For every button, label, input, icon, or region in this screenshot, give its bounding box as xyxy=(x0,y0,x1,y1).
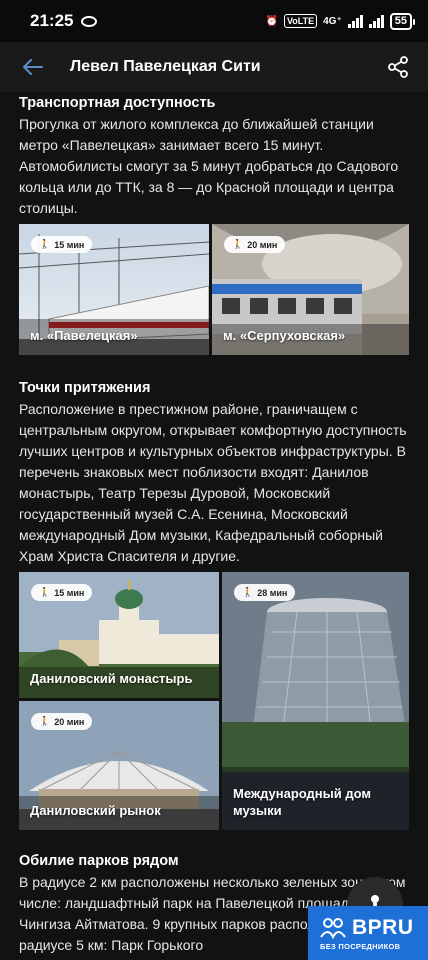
people-icon xyxy=(320,917,346,939)
walk-icon: 🚶 xyxy=(39,587,51,597)
section-title-parks: Обилие парков рядом xyxy=(19,853,179,869)
tile-danilov-market[interactable]: 🚶 20 мин Даниловский рынок xyxy=(19,701,219,830)
time-badge: 🚶 15 мин xyxy=(31,584,93,601)
time-badge: 🚶 20 мин xyxy=(31,713,93,730)
section-text-transport: Прогулка от жилого комплекса до ближайше… xyxy=(19,116,399,216)
transport-gallery: 🚶 15 мин м. «Павелецкая» 🚶 20 мин м. «Серп… xyxy=(19,224,409,355)
time-badge: 🚶 28 мин xyxy=(234,584,296,601)
watermark-text: BPRU xyxy=(352,915,414,939)
tile-house-of-music[interactable]: 🚶 28 мин Международный дом музыки xyxy=(222,572,409,830)
section-text-attractions: Расположение в престижном районе, гранич… xyxy=(19,401,407,564)
tile-danilov-monastery[interactable]: 🚶 15 мин Даниловский монастырь xyxy=(19,572,219,698)
share-button[interactable] xyxy=(386,55,410,79)
clock: 21:25 xyxy=(30,11,74,30)
tile-label: м. «Павелецкая» xyxy=(30,328,138,343)
back-button[interactable] xyxy=(20,54,46,80)
section-title-transport: Транспортная доступность xyxy=(19,95,216,111)
battery-icon: 55 xyxy=(389,12,416,30)
status-bar: 21:25 ⏰ VoLTE 4G⁺ 55 xyxy=(0,0,428,42)
section-title-attractions: Точки притяжения xyxy=(19,380,151,396)
volte-badge: VoLTE xyxy=(283,14,318,28)
app-bar: Левел Павелецкая Сити xyxy=(0,42,428,92)
watermark-subtext: БЕЗ ПОСРЕДНИКОВ xyxy=(320,941,401,951)
walk-icon: 🚶 xyxy=(39,239,51,249)
attractions-gallery: 🚶 15 мин Даниловский монастырь 🚶 28 мин Ме… xyxy=(19,572,409,830)
page-title: Левел Павелецкая Сити xyxy=(70,58,261,75)
walk-icon: 🚶 xyxy=(232,239,244,249)
time-badge: 🚶 15 мин xyxy=(31,236,93,253)
tile-label: Даниловский рынок xyxy=(30,803,161,818)
back-arrow-icon xyxy=(23,59,43,75)
tile-serpukhovskaya[interactable]: 🚶 20 мин м. «Серпуховская» xyxy=(212,224,409,355)
tile-label: м. «Серпуховская» xyxy=(223,328,346,343)
walk-icon: 🚶 xyxy=(242,587,254,597)
network-type: 4G⁺ xyxy=(323,15,342,27)
tile-label: Международный дом музыки xyxy=(233,786,371,818)
walk-icon: 🚶 xyxy=(39,716,51,726)
notification-icon xyxy=(81,15,98,27)
alarm-icon: ⏰ xyxy=(265,15,278,27)
signal-icon-2 xyxy=(368,14,384,28)
watermark-logo: BPRU БЕЗ ПОСРЕДНИКОВ xyxy=(308,906,428,960)
tile-paveletskaya[interactable]: 🚶 15 мин м. «Павелецкая» xyxy=(19,224,209,355)
share-icon xyxy=(388,56,408,78)
tile-label: Даниловский монастырь xyxy=(30,671,193,686)
signal-icon xyxy=(347,14,363,28)
article-content[interactable]: Транспортная доступность Прогулка от жил… xyxy=(0,92,428,960)
time-badge: 🚶 20 мин xyxy=(224,236,286,253)
